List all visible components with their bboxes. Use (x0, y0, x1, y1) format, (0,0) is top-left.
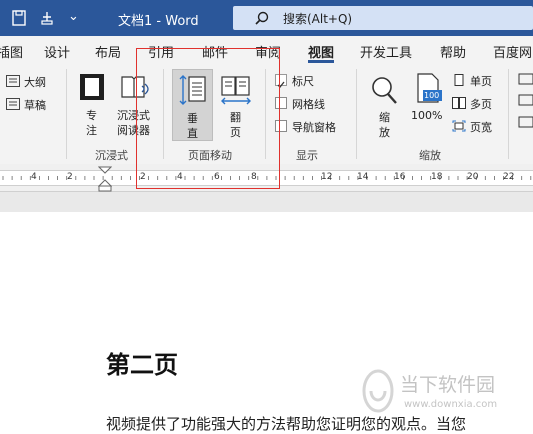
ruler-number: 4 (31, 172, 37, 182)
draft-label: 草稿 (24, 99, 46, 112)
page-width-button[interactable]: 页宽 (452, 118, 502, 134)
page-100-icon (417, 73, 442, 103)
ruler-number: 2 (67, 172, 73, 182)
zoom-label-2: 放 (379, 126, 390, 139)
tab-baidu-netdisk[interactable]: 百度网 (493, 42, 532, 61)
tab-developer[interactable]: 开发工具 (360, 42, 412, 61)
touch-mode-icon[interactable] (40, 10, 54, 26)
page-gap (0, 192, 533, 212)
zoom-label-1: 缩 (379, 111, 390, 124)
tab-layout[interactable]: 布局 (95, 42, 121, 61)
search-placeholder: 搜索(Alt+Q) (283, 12, 353, 26)
ruler-number: 18 (431, 172, 443, 182)
search-box[interactable]: 搜索(Alt+Q) (233, 6, 533, 30)
group-separator (508, 69, 509, 159)
nav-pane-label: 导航窗格 (292, 121, 336, 134)
outline-view-button[interactable]: 大纲 (6, 73, 56, 89)
zoom-100-label: 100% (411, 109, 443, 122)
ruler-number: 20 (467, 172, 479, 182)
indent-marker-icon[interactable] (98, 166, 112, 192)
ruler-number: 12 (321, 172, 333, 182)
watermark-text: 当下软件园 (400, 374, 496, 396)
draft-view-button[interactable]: 草稿 (6, 96, 56, 112)
multiple-pages-button[interactable]: 多页 (452, 95, 502, 111)
watermark-url: www.downxia.com (404, 399, 498, 410)
save-icon[interactable] (12, 10, 26, 26)
document-heading[interactable]: 第二页 (106, 345, 178, 380)
navigation-pane-checkbox[interactable]: 导航窗格 (275, 118, 350, 134)
quick-access-more-icon[interactable]: ⌄ (68, 9, 79, 24)
one-page-icon (454, 74, 464, 86)
search-icon (255, 11, 269, 25)
one-page-button[interactable]: 单页 (452, 72, 502, 88)
focus-label-1: 专 (86, 109, 97, 122)
page-100-icon-text: 100 (424, 91, 440, 100)
page-width-icon (452, 120, 466, 132)
draft-icon (6, 98, 20, 110)
ruler-number: 22 (503, 172, 515, 182)
focus-button[interactable]: 专 注 (76, 71, 108, 139)
tab-view[interactable]: 视图 (308, 42, 334, 61)
ruler-label: 标尺 (292, 75, 314, 88)
tab-insert-illustrations[interactable]: 插图 (0, 42, 23, 61)
ruler-number: 16 (394, 172, 406, 182)
magnifier-icon (372, 77, 397, 104)
highlight-box (136, 48, 280, 189)
immersive-group-label: 沉浸式 (95, 149, 128, 162)
watermark-logo-icon (362, 369, 394, 413)
multiple-pages-label: 多页 (470, 98, 492, 111)
watermark: 当下软件园 www.downxia.com (360, 368, 520, 418)
group-separator (66, 69, 67, 159)
multiple-pages-icon (452, 97, 466, 109)
tab-design[interactable]: 设计 (44, 42, 70, 61)
gridlines-checkbox[interactable]: 网格线 (275, 95, 345, 111)
focus-icon (80, 74, 104, 100)
zoom-button[interactable]: 缩 放 (366, 71, 402, 141)
ruler-number: 14 (357, 172, 369, 182)
outline-label: 大纲 (24, 76, 46, 89)
gridlines-label: 网格线 (292, 98, 325, 111)
tab-help[interactable]: 帮助 (440, 42, 466, 61)
ruler-checkbox[interactable]: 标尺 (275, 72, 345, 88)
group-separator (356, 69, 357, 159)
zoom-group-label: 缩放 (419, 149, 441, 162)
title-bar: ⌄ 文档1 - Word 搜索(Alt+Q) (0, 0, 533, 36)
document-title: 文档1 - Word (118, 14, 199, 29)
page-width-label: 页宽 (470, 121, 492, 134)
zoom-100-button[interactable]: 100 100% (408, 71, 448, 141)
outline-icon (6, 75, 20, 87)
one-page-label: 单页 (470, 75, 492, 88)
show-group-label: 显示 (296, 149, 318, 162)
focus-label-2: 注 (86, 124, 97, 137)
window-group-icons[interactable] (517, 73, 533, 135)
